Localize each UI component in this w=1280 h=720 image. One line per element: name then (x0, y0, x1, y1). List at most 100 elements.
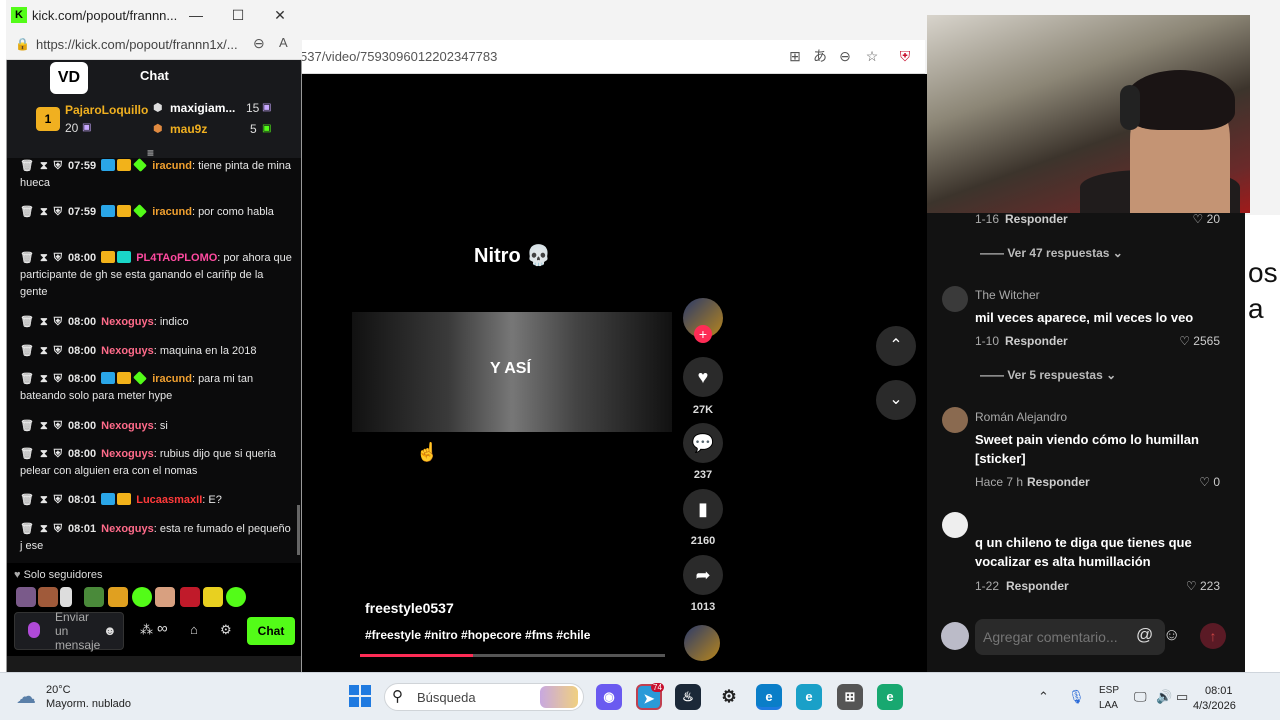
maximize-icon[interactable]: ☐ (226, 5, 250, 25)
read-aloud-icon[interactable]: A (279, 35, 288, 50)
channel-logo[interactable]: VD (50, 62, 88, 94)
zoom-icon[interactable]: ⊖ (253, 35, 265, 52)
ban-shield-icon[interactable]: ⛨ (54, 373, 62, 385)
commenter-avatar[interactable] (942, 512, 968, 538)
ban-shield-icon[interactable]: ⛨ (54, 345, 62, 357)
volume-icon[interactable]: 🔊 (1156, 689, 1172, 705)
view-replies-button[interactable]: —— Ver 47 respuestas ⌄ (980, 246, 1123, 260)
view-replies-button[interactable]: —— Ver 5 respuestas ⌄ (980, 368, 1116, 382)
message-username[interactable]: Nexoguys (101, 420, 154, 432)
show-hidden-icons[interactable]: ⌃ (1038, 689, 1049, 705)
commenter-name[interactable]: The Witcher (975, 288, 1040, 302)
ban-shield-icon[interactable]: ⛨ (54, 523, 62, 535)
ublock-shield-icon[interactable]: ⛨ (895, 46, 915, 66)
gifter-name[interactable]: mau9z (170, 122, 207, 136)
mention-at-icon[interactable]: @ (1136, 625, 1153, 645)
obs-settings-icon[interactable]: ⚙ (716, 684, 742, 710)
minimize-icon[interactable]: — (184, 5, 208, 25)
timeout-icon[interactable]: ⧗ (40, 345, 48, 357)
lock-icon[interactable]: 🔒 (15, 37, 30, 51)
emote-icon[interactable] (108, 587, 128, 607)
reply-link[interactable]: Responder (1027, 475, 1090, 489)
edge-beta-icon[interactable]: e (877, 684, 903, 710)
chat-scrollbar[interactable] (297, 505, 300, 555)
ban-shield-icon[interactable]: ⛨ (54, 316, 62, 328)
delete-icon[interactable]: 🗑 (20, 345, 34, 357)
top-gifter-name[interactable]: PajaroLoquillo (65, 103, 148, 117)
share-arrow-icon[interactable]: ➦ (683, 555, 723, 595)
timeout-icon[interactable]: ⧗ (40, 206, 48, 218)
send-chat-button[interactable]: Chat (247, 617, 295, 645)
message-username[interactable]: iracund (152, 206, 192, 218)
delete-icon[interactable]: 🗑 (20, 448, 34, 460)
ban-shield-icon[interactable]: ⛨ (54, 494, 62, 506)
bookmark-icon[interactable]: ▮ (683, 489, 723, 529)
comment-bubble-icon[interactable]: 💬 (683, 423, 723, 463)
weather-cloud-icon[interactable]: ☁ (16, 684, 36, 709)
message-username[interactable]: Nexoguys (101, 345, 154, 357)
ban-shield-icon[interactable]: ⛨ (54, 448, 62, 460)
emote-icon[interactable] (203, 587, 223, 607)
emote-icon[interactable] (155, 587, 175, 607)
infinity-icon[interactable]: ∞ (157, 620, 168, 637)
emote-icon[interactable] (132, 587, 152, 607)
message-username[interactable]: Nexoguys (101, 316, 154, 328)
message-username[interactable]: Nexoguys (101, 523, 154, 535)
weather-temperature[interactable]: 20°C (46, 684, 71, 696)
timeout-icon[interactable]: ⧗ (40, 316, 48, 328)
follow-plus-icon[interactable]: + (694, 325, 712, 343)
timeout-icon[interactable]: ⧗ (40, 252, 48, 264)
video-author[interactable]: freestyle0537 (365, 600, 454, 616)
delete-icon[interactable]: 🗑 (20, 160, 34, 172)
emote-icon[interactable] (16, 587, 36, 607)
translate-icon[interactable]: あ (810, 46, 830, 66)
gifter-name[interactable]: maxigiam... (170, 101, 235, 115)
comment-like-count[interactable]: ♡ 20 (1160, 212, 1220, 226)
message-username[interactable]: iracund (152, 160, 192, 172)
ban-shield-icon[interactable]: ⛨ (54, 160, 62, 172)
points-icon[interactable]: ⁂ (140, 622, 153, 638)
keyboard-layout[interactable]: LAA (1099, 700, 1118, 711)
edge-browser-icon[interactable]: e (756, 684, 782, 710)
commenter-avatar[interactable] (942, 286, 968, 312)
comment-like-count[interactable]: ♡ 223 (1160, 579, 1220, 593)
send-comment-button[interactable]: ↑ (1200, 623, 1226, 649)
weather-description[interactable]: Mayorm. nublado (46, 698, 131, 710)
battery-icon[interactable]: ▭ (1176, 689, 1188, 705)
store-icon[interactable]: ⌂ (190, 622, 198, 637)
emoji-picker-icon[interactable]: ☻ (103, 623, 117, 638)
like-heart-icon[interactable]: ♥ (683, 357, 723, 397)
video-hashtags[interactable]: #freestyle #nitro #hopecore #fms #chile (365, 628, 590, 642)
windows-start-icon[interactable] (349, 685, 371, 707)
message-username[interactable]: iracund (152, 373, 192, 385)
input-language[interactable]: ESP (1099, 685, 1119, 696)
commenter-avatar[interactable] (942, 407, 968, 433)
zoom-icon[interactable]: ⊖ (835, 46, 855, 66)
delete-icon[interactable]: 🗑 (20, 252, 34, 264)
delete-icon[interactable]: 🗑 (20, 373, 34, 385)
delete-icon[interactable]: 🗑 (20, 206, 34, 218)
edge-browser-icon[interactable]: e (796, 684, 822, 710)
delete-icon[interactable]: 🗑 (20, 494, 34, 506)
emote-icon[interactable] (180, 587, 200, 607)
clock-date[interactable]: 4/3/2026 (1193, 700, 1236, 712)
microphone-icon[interactable]: 🎙 (1068, 689, 1085, 705)
delete-icon[interactable]: 🗑 (20, 316, 34, 328)
network-icon[interactable]: 🖵 (1134, 689, 1147, 705)
delete-icon[interactable]: 🗑 (20, 523, 34, 535)
apps-icon[interactable]: ⊞ (785, 46, 805, 66)
timeout-icon[interactable]: ⧗ (40, 160, 48, 172)
reply-link[interactable]: Responder (1006, 579, 1069, 593)
next-video-button[interactable]: ⌄ (876, 380, 916, 420)
kick-url-text[interactable]: https://kick.com/popout/frannn1x/... (36, 37, 238, 52)
comment-like-count[interactable]: ♡ 2565 (1160, 334, 1220, 348)
close-icon[interactable]: ✕ (268, 5, 292, 25)
calculator-icon[interactable]: ⊞ (837, 684, 863, 710)
ban-shield-icon[interactable]: ⛨ (54, 420, 62, 432)
steam-icon[interactable]: ♨ (675, 684, 701, 710)
delete-icon[interactable]: 🗑 (20, 420, 34, 432)
timeout-icon[interactable]: ⧗ (40, 420, 48, 432)
emoji-smile-icon[interactable]: ☺ (1163, 625, 1180, 645)
timeout-icon[interactable]: ⧗ (40, 373, 48, 385)
settings-gear-icon[interactable]: ⚙ (220, 622, 232, 638)
